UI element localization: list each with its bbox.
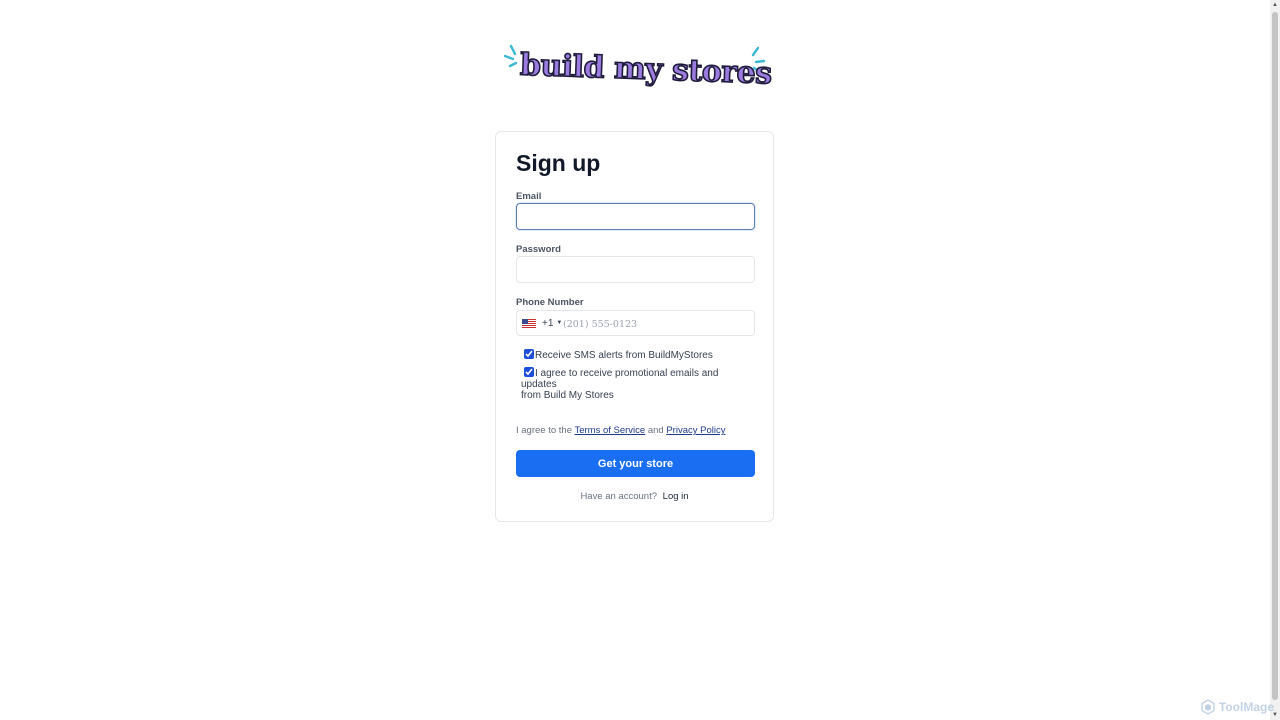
sms-checkbox-label: Receive SMS alerts from BuildMyStores bbox=[535, 350, 713, 361]
promo-checkbox-label-line2: from Build My Stores bbox=[521, 390, 614, 401]
terms-prefix: I agree to the bbox=[516, 425, 572, 436]
sms-checkbox[interactable] bbox=[524, 349, 534, 359]
watermark: ToolMage bbox=[1200, 699, 1274, 715]
signup-card: Sign up Email Password Phone Number +1 ▼ bbox=[495, 131, 774, 522]
sms-checkbox-row: Receive SMS alerts from BuildMyStores bbox=[521, 349, 713, 361]
dial-code: +1 bbox=[542, 317, 554, 329]
privacy-policy-link[interactable]: Privacy Policy bbox=[666, 425, 725, 436]
scroll-up-icon[interactable]: ▲ bbox=[1270, 0, 1280, 10]
phone-input[interactable] bbox=[561, 312, 755, 336]
toolmage-logo-icon bbox=[1201, 699, 1215, 715]
get-your-store-button[interactable]: Get your store bbox=[516, 450, 755, 477]
terms-of-service-link[interactable]: Terms of Service bbox=[574, 425, 645, 436]
page-title: Sign up bbox=[516, 150, 601, 176]
watermark-text: ToolMage bbox=[1218, 700, 1274, 714]
phone-field-group: +1 ▼ bbox=[516, 310, 755, 336]
promo-checkbox-row: I agree to receive promotional emails an… bbox=[521, 367, 751, 401]
us-flag-icon bbox=[522, 318, 536, 328]
login-prompt-row: Have an account? Log in bbox=[496, 491, 773, 502]
email-label: Email bbox=[516, 191, 542, 202]
password-label: Password bbox=[516, 244, 561, 255]
terms-text: I agree to the Terms of Service and Priv… bbox=[516, 425, 725, 436]
terms-and: and bbox=[647, 425, 664, 436]
vertical-scrollbar[interactable]: ▲ ▼ bbox=[1270, 0, 1280, 720]
password-field[interactable] bbox=[516, 256, 755, 283]
country-code-select[interactable]: +1 ▼ bbox=[522, 311, 562, 335]
brand-logo: build my stores bbox=[502, 40, 773, 96]
scrollbar-thumb[interactable] bbox=[1272, 12, 1278, 700]
email-field[interactable] bbox=[516, 203, 755, 230]
promo-checkbox[interactable] bbox=[524, 367, 534, 377]
login-link[interactable]: Log in bbox=[663, 491, 689, 502]
phone-label: Phone Number bbox=[516, 297, 584, 308]
promo-checkbox-label-line1: I agree to receive promotional emails an… bbox=[521, 368, 719, 390]
login-prompt: Have an account? bbox=[580, 491, 658, 502]
signup-page: build my stores Sign up Email Password P… bbox=[0, 0, 1280, 720]
